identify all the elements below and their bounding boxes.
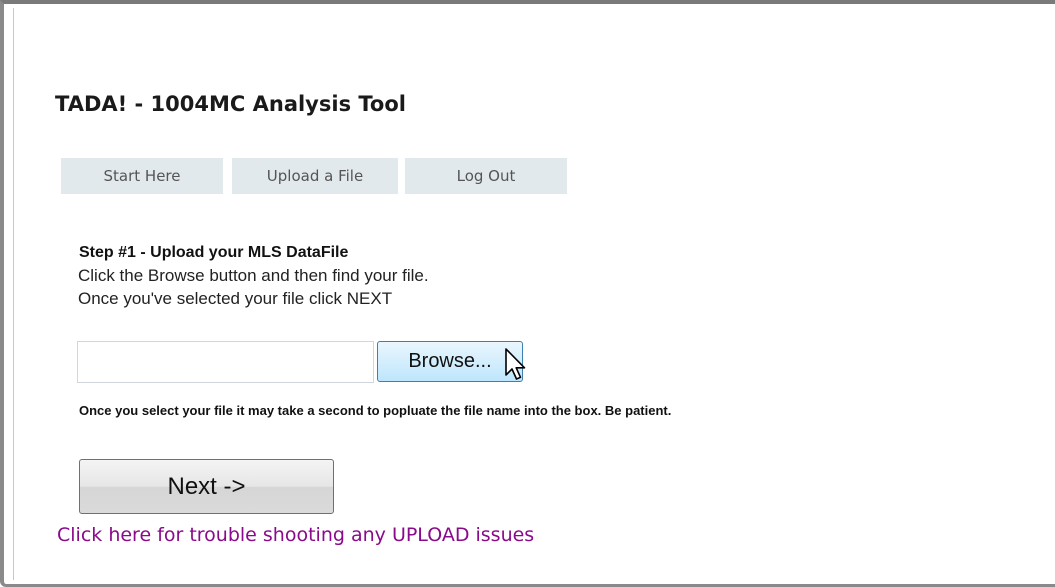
mouse-pointer-icon xyxy=(505,348,526,380)
browse-button[interactable]: Browse... xyxy=(377,341,523,382)
next-button[interactable]: Next -> xyxy=(79,459,334,514)
troubleshooting-link[interactable]: Click here for trouble shooting any UPLO… xyxy=(57,524,534,546)
tab-log-out[interactable]: Log Out xyxy=(405,158,567,194)
instruction-line-2: Once you've selected your file click NEX… xyxy=(78,289,393,308)
frame-inner-border xyxy=(13,8,14,580)
step-title: Step #1 - Upload your MLS DataFile xyxy=(79,244,349,261)
file-path-input[interactable] xyxy=(77,341,374,383)
instruction-line-1: Click the Browse button and then find yo… xyxy=(78,266,429,285)
page-title: TADA! - 1004MC Analysis Tool xyxy=(55,92,406,116)
tab-upload-a-file[interactable]: Upload a File xyxy=(232,158,398,194)
upload-hint: Once you select your file it may take a … xyxy=(79,403,672,418)
tab-start-here[interactable]: Start Here xyxy=(61,158,223,194)
page-frame: TADA! - 1004MC Analysis Tool Start Here … xyxy=(0,0,1055,587)
